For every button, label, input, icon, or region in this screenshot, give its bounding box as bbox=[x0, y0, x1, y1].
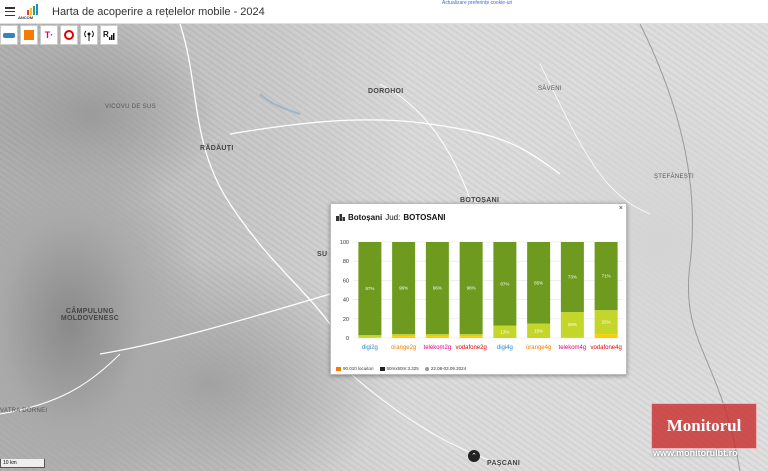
bar-segment bbox=[392, 334, 416, 337]
coverage-chart: 0 20 40 60 80 100 97% digi2g 96% orange2g 96% telek… bbox=[340, 240, 623, 351]
operator-orange-button[interactable] bbox=[20, 25, 38, 45]
x-tick-label: orange2g bbox=[391, 345, 416, 351]
bar-value-label: 87% bbox=[500, 281, 509, 286]
bar-segment bbox=[594, 334, 618, 338]
bar-segment bbox=[358, 335, 382, 338]
popup-close-button[interactable]: × bbox=[619, 205, 623, 212]
watermark: Monitorul www.monitorulbt.ro bbox=[651, 403, 757, 463]
cookie-preferences-link[interactable]: Actualizare preferințe cookie-uri bbox=[442, 0, 512, 6]
y-tick-label: 40 bbox=[343, 298, 349, 304]
place-vatra-dornei: VATRA DORNEI bbox=[0, 408, 48, 414]
y-tick-label: 80 bbox=[343, 259, 349, 265]
bar-value-label: 71% bbox=[602, 274, 611, 279]
bar-value-label: 97% bbox=[365, 286, 374, 291]
operator-digi-button[interactable] bbox=[0, 25, 18, 45]
x-tick-label: telekom4g bbox=[559, 345, 587, 351]
digi-logo-icon bbox=[3, 32, 15, 38]
watermark-url: www.monitorulbt.ro bbox=[653, 448, 738, 458]
bar-value-label: 96% bbox=[467, 286, 476, 291]
bar-segment bbox=[425, 336, 449, 338]
x-tick-label: vodafone2g bbox=[455, 345, 486, 351]
x-tick-label: vodafone4g bbox=[590, 345, 621, 351]
y-tick-label: 60 bbox=[343, 278, 349, 284]
y-tick-label: 20 bbox=[343, 317, 349, 323]
footer-population: 90.010 locuitori bbox=[336, 366, 374, 371]
grid-icon bbox=[379, 366, 385, 371]
bar-value-label: 13% bbox=[500, 329, 509, 334]
bar-segment bbox=[459, 336, 483, 338]
x-tick-label: telekom2g bbox=[424, 345, 452, 351]
popup-title: Botoșani Jud: BOTOSANI bbox=[336, 213, 445, 222]
signal-bars-icon: R bbox=[103, 30, 114, 40]
watermark-logo: Monitorul bbox=[651, 403, 757, 449]
grid-value: 50mx50m:3.325 bbox=[386, 366, 419, 371]
top-bar: ANCOM Harta de acoperire a rețelelor mob… bbox=[0, 0, 768, 24]
popup-county-name: BOTOSANI bbox=[403, 213, 446, 222]
place-campulung: CÂMPULUNG MOLDOVENESC bbox=[60, 308, 120, 322]
clock-icon bbox=[424, 366, 429, 371]
people-icon bbox=[336, 366, 341, 371]
bar-value-label: 15% bbox=[534, 328, 543, 333]
popup-place-name: Botoșani bbox=[348, 213, 383, 222]
bar-value-label: 85% bbox=[534, 280, 543, 285]
bar-segment bbox=[392, 336, 416, 338]
y-tick-label: 0 bbox=[346, 336, 349, 342]
bar-value-label: 25% bbox=[602, 320, 611, 325]
signal-toggle-button[interactable] bbox=[80, 25, 98, 45]
place-pascani: PAȘCANI bbox=[487, 460, 521, 467]
operator-telekom-button[interactable]: T· bbox=[40, 25, 58, 45]
vodafone-logo-icon bbox=[64, 30, 74, 40]
bar-value-label: 96% bbox=[399, 286, 408, 291]
orange-logo-icon bbox=[24, 30, 34, 40]
scroll-up-button[interactable]: ⌃ bbox=[468, 450, 480, 462]
bar-segment bbox=[560, 337, 584, 338]
popup-footer: 90.010 locuitori 50mx50m:3.325 22.08-03.… bbox=[336, 366, 466, 371]
signal-tower-icon bbox=[84, 30, 94, 41]
operator-vodafone-button[interactable] bbox=[60, 25, 78, 45]
bar-value-label: 96% bbox=[433, 286, 442, 291]
chevron-up-icon: ⌃ bbox=[471, 453, 477, 460]
popup-county-label: Jud: bbox=[385, 213, 401, 222]
hamburger-menu-icon[interactable] bbox=[5, 7, 15, 16]
x-tick-label: digi4g bbox=[497, 345, 513, 351]
page-title: Harta de acoperire a rețelelor mobile - … bbox=[52, 6, 265, 18]
locality-popup: × Botoșani Jud: BOTOSANI 0 20 40 60 80 100 97%… bbox=[330, 203, 627, 375]
operator-selector: T· R bbox=[0, 25, 118, 47]
telekom-logo-icon: T· bbox=[44, 30, 54, 40]
population-value: 90.010 locuitori bbox=[343, 366, 374, 371]
logo-text: ANCOM bbox=[18, 15, 34, 20]
bar-segment bbox=[358, 337, 382, 338]
footer-period: 22.08-03.09.2024 bbox=[424, 366, 467, 371]
period-value: 22.08-03.09.2024 bbox=[430, 366, 467, 371]
map-scale: 10 km bbox=[0, 459, 45, 468]
bar-value-label: 73% bbox=[568, 275, 577, 280]
roaming-toggle-button[interactable]: R bbox=[100, 25, 118, 45]
bar-segment bbox=[425, 334, 449, 337]
place-saveni: SĂVENI bbox=[538, 86, 562, 92]
svg-text:R: R bbox=[103, 30, 109, 39]
x-tick-label: digi2g bbox=[362, 345, 378, 351]
place-stefanesti: ȘTEFĂNEȘTI bbox=[654, 174, 695, 180]
place-dorohoi: DOROHOI bbox=[368, 88, 404, 95]
bar-value-label: 26% bbox=[568, 322, 577, 327]
place-su: SU bbox=[317, 251, 328, 258]
bar-segment bbox=[459, 334, 483, 337]
watermark-name: Monitorul bbox=[666, 416, 742, 435]
city-icon bbox=[336, 214, 345, 221]
place-vicovu-de-sus: VICOVU DE SUS bbox=[105, 104, 156, 110]
y-tick-label: 100 bbox=[340, 240, 349, 246]
x-tick-label: orange4g bbox=[526, 345, 551, 351]
footer-grid: 50mx50m:3.325 bbox=[379, 366, 419, 371]
place-radauti: RĂDĂUȚI bbox=[200, 145, 234, 152]
